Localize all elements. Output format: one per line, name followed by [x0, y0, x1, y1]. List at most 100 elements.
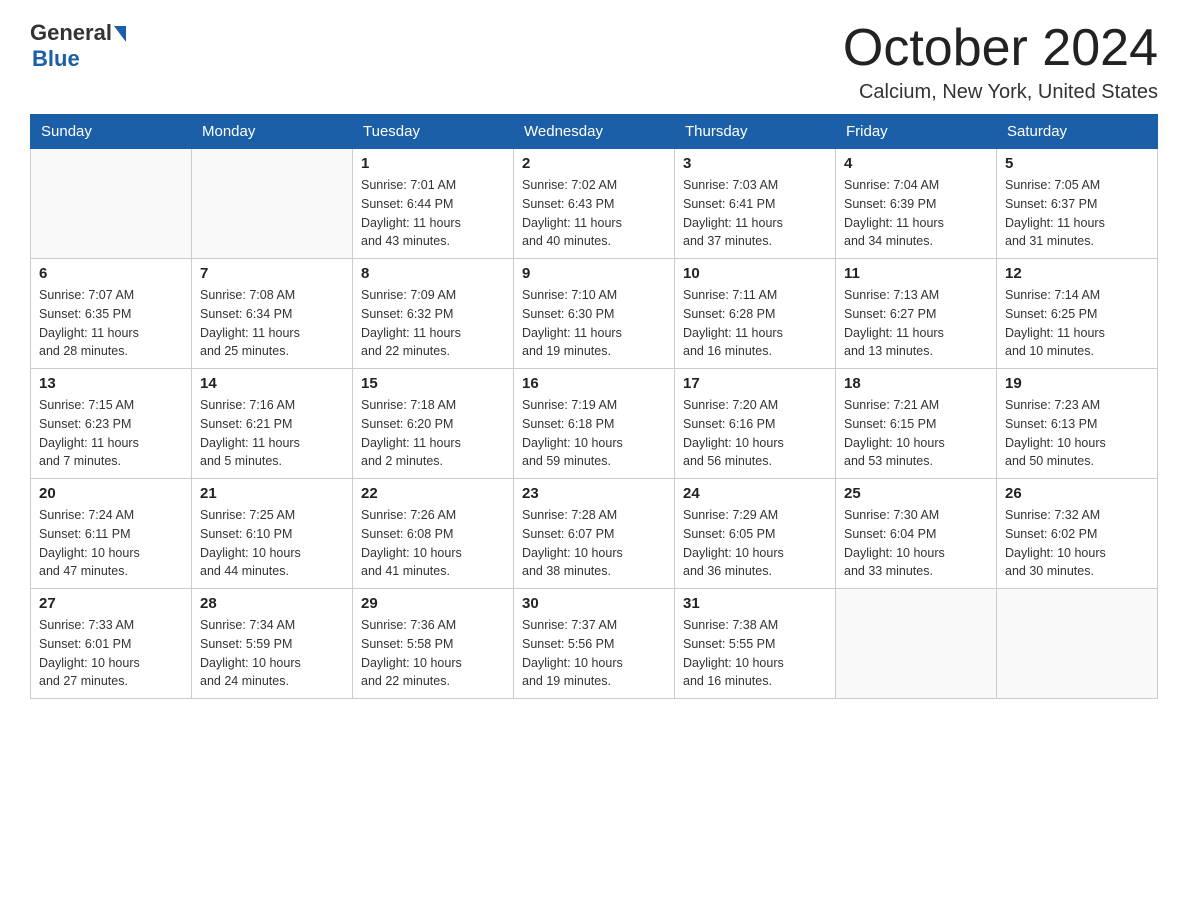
calendar-cell: 31Sunrise: 7:38 AM Sunset: 5:55 PM Dayli…: [675, 589, 836, 699]
day-number: 27: [39, 595, 183, 612]
calendar-cell: 2 Sunrise: 7:02 AM Sunset: 6:43 PM Daylig…: [514, 149, 675, 259]
calendar-cell: 30 Sunrise: 7:37 AM Sunset: 5:56 PM Dayli…: [514, 589, 675, 699]
day-number: 21: [200, 485, 344, 502]
day-info: Sunrise: 7:23 AM Sunset: 6:13 PM Dayligh…: [1005, 396, 1149, 471]
calendar-cell: 11 Sunrise: 7:13 AM Sunset: 6:27 PM Dayli…: [836, 259, 997, 369]
day-number: 13: [39, 375, 183, 392]
calendar-cell: 27 Sunrise: 7:33 AM Sunset: 6:01 PM Dayli…: [31, 589, 192, 699]
day-info: Sunrise: 7:08 AM Sunset: 6:34 PM Dayligh…: [200, 286, 344, 361]
day-number: 29: [361, 595, 505, 612]
day-info: Sunrise: 7:02 AM Sunset: 6:43 PM Dayligh…: [522, 176, 666, 251]
calendar-cell: [192, 149, 353, 259]
month-title: October 2024: [843, 20, 1158, 77]
day-number: 24: [683, 485, 827, 502]
day-number: 9: [522, 265, 666, 282]
day-info: Sunrise: 7:03 AM Sunset: 6:41 PM Dayligh…: [683, 176, 827, 251]
page-header: General Blue October 2024 Calcium, New Y…: [30, 20, 1158, 104]
day-number: 5: [1005, 155, 1149, 172]
calendar-cell: [997, 589, 1158, 699]
calendar-header-friday: Friday: [836, 115, 997, 149]
calendar-cell: 5 Sunrise: 7:05 AM Sunset: 6:37 PM Daylig…: [997, 149, 1158, 259]
day-number: 22: [361, 485, 505, 502]
day-info: Sunrise: 7:04 AM Sunset: 6:39 PM Dayligh…: [844, 176, 988, 251]
day-number: 20: [39, 485, 183, 502]
calendar-cell: 28Sunrise: 7:34 AM Sunset: 5:59 PM Dayli…: [192, 589, 353, 699]
calendar-cell: 23Sunrise: 7:28 AM Sunset: 6:07 PM Dayli…: [514, 479, 675, 589]
day-number: 26: [1005, 485, 1149, 502]
day-number: 19: [1005, 375, 1149, 392]
week-row-1: 6 Sunrise: 7:07 AM Sunset: 6:35 PM Daylig…: [31, 259, 1158, 369]
day-info: Sunrise: 7:33 AM Sunset: 6:01 PM Dayligh…: [39, 616, 183, 691]
calendar-cell: 16Sunrise: 7:19 AM Sunset: 6:18 PM Dayli…: [514, 369, 675, 479]
calendar-header-wednesday: Wednesday: [514, 115, 675, 149]
day-number: 2: [522, 155, 666, 172]
day-number: 7: [200, 265, 344, 282]
day-info: Sunrise: 7:26 AM Sunset: 6:08 PM Dayligh…: [361, 506, 505, 581]
calendar-cell: 6 Sunrise: 7:07 AM Sunset: 6:35 PM Daylig…: [31, 259, 192, 369]
day-info: Sunrise: 7:37 AM Sunset: 5:56 PM Dayligh…: [522, 616, 666, 691]
title-area: October 2024 Calcium, New York, United S…: [843, 20, 1158, 104]
calendar-cell: 19 Sunrise: 7:23 AM Sunset: 6:13 PM Dayli…: [997, 369, 1158, 479]
calendar-cell: [836, 589, 997, 699]
calendar-cell: 26 Sunrise: 7:32 AM Sunset: 6:02 PM Dayli…: [997, 479, 1158, 589]
day-number: 8: [361, 265, 505, 282]
day-number: 23: [522, 485, 666, 502]
calendar-header-thursday: Thursday: [675, 115, 836, 149]
calendar-cell: 24 Sunrise: 7:29 AM Sunset: 6:05 PM Dayli…: [675, 479, 836, 589]
day-number: 25: [844, 485, 988, 502]
calendar-cell: 25Sunrise: 7:30 AM Sunset: 6:04 PM Dayli…: [836, 479, 997, 589]
day-info: Sunrise: 7:07 AM Sunset: 6:35 PM Dayligh…: [39, 286, 183, 361]
day-info: Sunrise: 7:29 AM Sunset: 6:05 PM Dayligh…: [683, 506, 827, 581]
day-info: Sunrise: 7:20 AM Sunset: 6:16 PM Dayligh…: [683, 396, 827, 471]
day-info: Sunrise: 7:32 AM Sunset: 6:02 PM Dayligh…: [1005, 506, 1149, 581]
day-info: Sunrise: 7:09 AM Sunset: 6:32 PM Dayligh…: [361, 286, 505, 361]
logo-blue-text: Blue: [32, 46, 80, 72]
calendar-cell: 8 Sunrise: 7:09 AM Sunset: 6:32 PM Daylig…: [353, 259, 514, 369]
calendar-cell: 10 Sunrise: 7:11 AM Sunset: 6:28 PM Dayli…: [675, 259, 836, 369]
calendar-cell: 9 Sunrise: 7:10 AM Sunset: 6:30 PM Daylig…: [514, 259, 675, 369]
logo-general-text: General: [30, 20, 112, 46]
week-row-0: 1 Sunrise: 7:01 AM Sunset: 6:44 PM Daylig…: [31, 149, 1158, 259]
location-text: Calcium, New York, United States: [843, 81, 1158, 104]
calendar-cell: 3 Sunrise: 7:03 AM Sunset: 6:41 PM Daylig…: [675, 149, 836, 259]
calendar-cell: 15Sunrise: 7:18 AM Sunset: 6:20 PM Dayli…: [353, 369, 514, 479]
day-info: Sunrise: 7:01 AM Sunset: 6:44 PM Dayligh…: [361, 176, 505, 251]
day-info: Sunrise: 7:36 AM Sunset: 5:58 PM Dayligh…: [361, 616, 505, 691]
calendar-cell: 17 Sunrise: 7:20 AM Sunset: 6:16 PM Dayli…: [675, 369, 836, 479]
calendar-cell: 12Sunrise: 7:14 AM Sunset: 6:25 PM Dayli…: [997, 259, 1158, 369]
calendar-cell: [31, 149, 192, 259]
day-info: Sunrise: 7:10 AM Sunset: 6:30 PM Dayligh…: [522, 286, 666, 361]
day-info: Sunrise: 7:14 AM Sunset: 6:25 PM Dayligh…: [1005, 286, 1149, 361]
day-info: Sunrise: 7:24 AM Sunset: 6:11 PM Dayligh…: [39, 506, 183, 581]
day-number: 6: [39, 265, 183, 282]
calendar-cell: 14Sunrise: 7:16 AM Sunset: 6:21 PM Dayli…: [192, 369, 353, 479]
week-row-2: 13Sunrise: 7:15 AM Sunset: 6:23 PM Dayli…: [31, 369, 1158, 479]
day-info: Sunrise: 7:38 AM Sunset: 5:55 PM Dayligh…: [683, 616, 827, 691]
day-number: 1: [361, 155, 505, 172]
day-number: 30: [522, 595, 666, 612]
day-number: 28: [200, 595, 344, 612]
calendar-header-saturday: Saturday: [997, 115, 1158, 149]
day-number: 3: [683, 155, 827, 172]
calendar-table: SundayMondayTuesdayWednesdayThursdayFrid…: [30, 114, 1158, 699]
day-number: 4: [844, 155, 988, 172]
day-info: Sunrise: 7:11 AM Sunset: 6:28 PM Dayligh…: [683, 286, 827, 361]
day-info: Sunrise: 7:25 AM Sunset: 6:10 PM Dayligh…: [200, 506, 344, 581]
day-info: Sunrise: 7:16 AM Sunset: 6:21 PM Dayligh…: [200, 396, 344, 471]
calendar-header-sunday: Sunday: [31, 115, 192, 149]
day-number: 11: [844, 265, 988, 282]
week-row-3: 20 Sunrise: 7:24 AM Sunset: 6:11 PM Dayli…: [31, 479, 1158, 589]
logo-top: General: [30, 20, 126, 46]
calendar-cell: 21 Sunrise: 7:25 AM Sunset: 6:10 PM Dayli…: [192, 479, 353, 589]
day-info: Sunrise: 7:13 AM Sunset: 6:27 PM Dayligh…: [844, 286, 988, 361]
calendar-cell: 1 Sunrise: 7:01 AM Sunset: 6:44 PM Daylig…: [353, 149, 514, 259]
day-number: 17: [683, 375, 827, 392]
calendar-header-row: SundayMondayTuesdayWednesdayThursdayFrid…: [31, 115, 1158, 149]
calendar-header-monday: Monday: [192, 115, 353, 149]
day-info: Sunrise: 7:05 AM Sunset: 6:37 PM Dayligh…: [1005, 176, 1149, 251]
logo: General Blue: [30, 20, 126, 72]
calendar-cell: 29 Sunrise: 7:36 AM Sunset: 5:58 PM Dayli…: [353, 589, 514, 699]
calendar-cell: 22 Sunrise: 7:26 AM Sunset: 6:08 PM Dayli…: [353, 479, 514, 589]
day-number: 10: [683, 265, 827, 282]
day-info: Sunrise: 7:21 AM Sunset: 6:15 PM Dayligh…: [844, 396, 988, 471]
